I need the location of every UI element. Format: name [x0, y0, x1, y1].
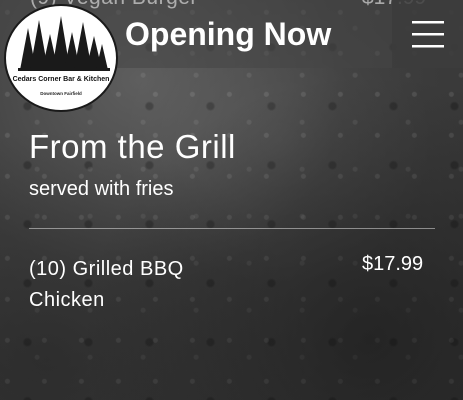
menu-item-name: (10) Grilled BBQ Chicken [29, 258, 184, 311]
restaurant-logo[interactable]: Cedars Corner Bar & Kitchen Downtown Fai… [4, 4, 118, 112]
hamburger-menu-icon [411, 21, 444, 48]
section-subtitle: served with fries [29, 178, 174, 200]
section-title: From the Grill [29, 128, 236, 165]
opening-status: Opening Now [125, 16, 332, 52]
section-divider [29, 228, 435, 229]
menu-item-price: $17.99 [362, 253, 424, 275]
logo-location: Downtown Fairfield [40, 91, 82, 96]
menu-button[interactable] [392, 0, 463, 68]
pine-trees-icon [18, 16, 110, 71]
logo-restaurant-name: Cedars Corner Bar & Kitchen [12, 76, 110, 83]
